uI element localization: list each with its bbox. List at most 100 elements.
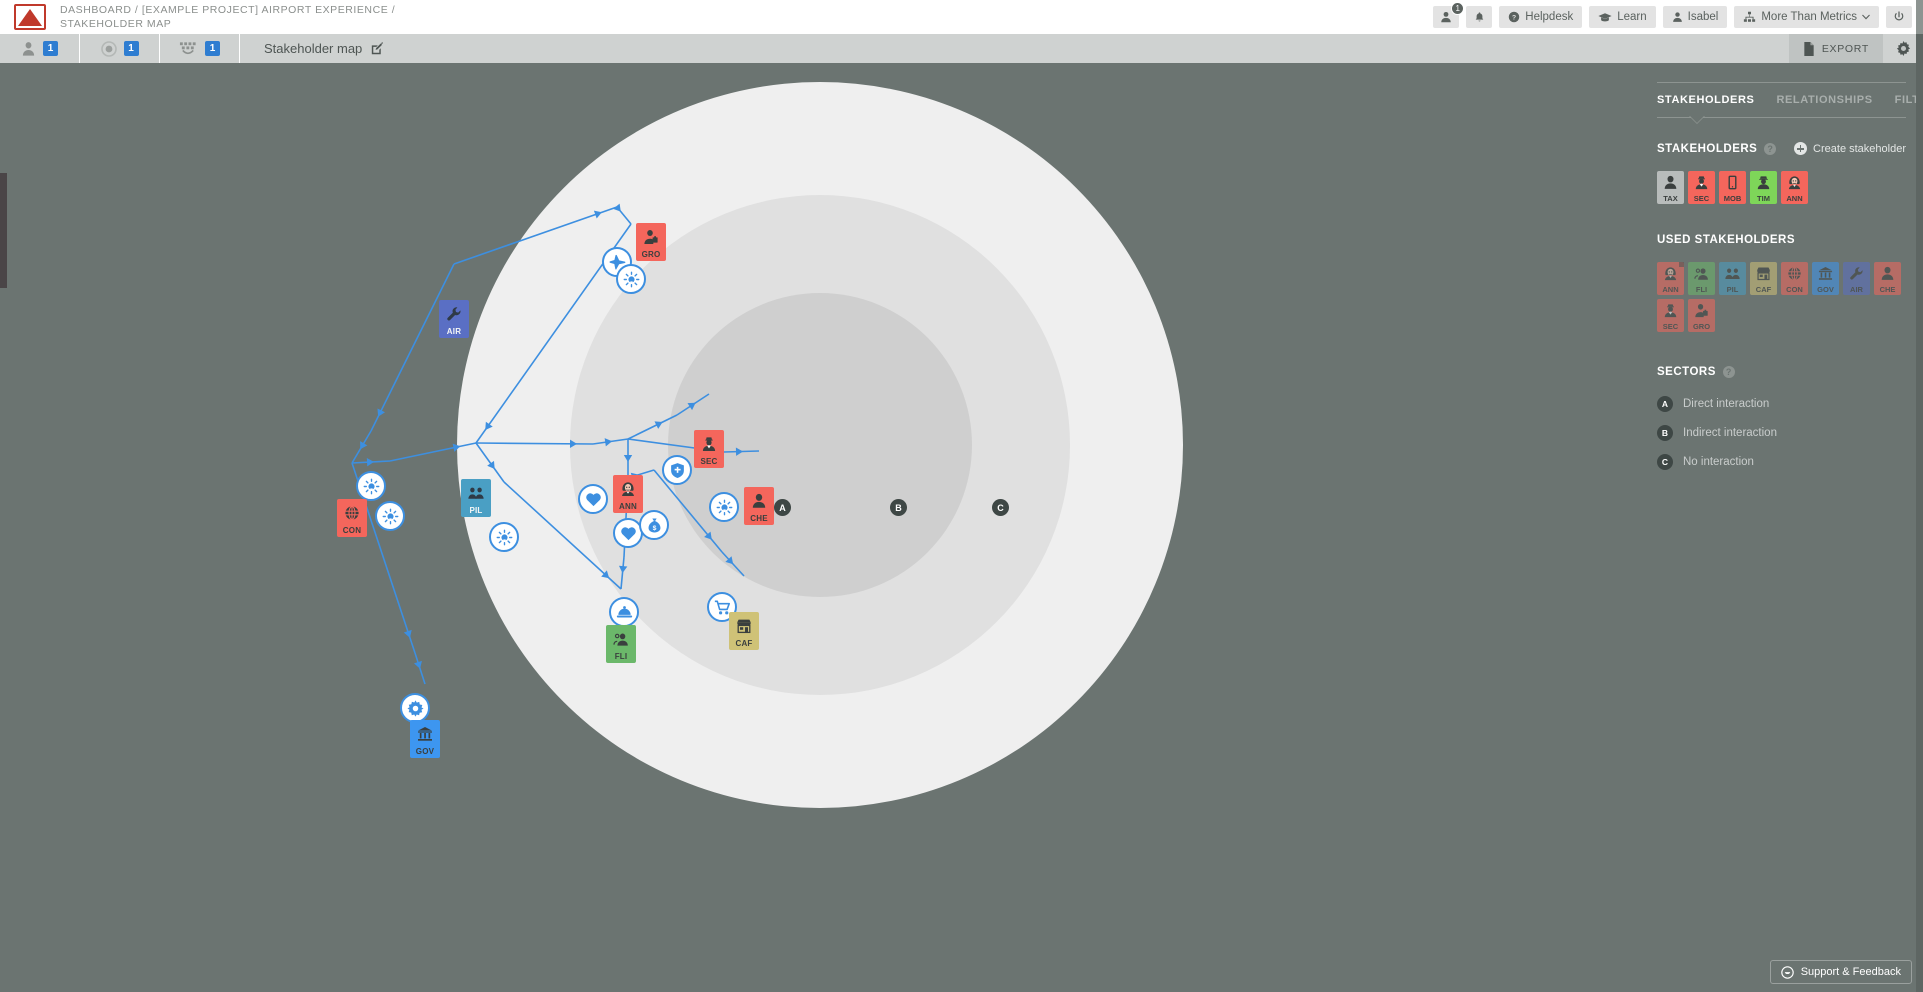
learn-button[interactable]: Learn xyxy=(1589,6,1656,28)
create-stakeholder-button[interactable]: Create stakeholder xyxy=(1794,142,1906,155)
used-stakeholder-chip-che[interactable]: CHE xyxy=(1874,262,1901,295)
sector-label: No interaction xyxy=(1683,456,1754,468)
panel-tab-relationships[interactable]: RELATIONSHIPS xyxy=(1776,94,1872,106)
chevron-down-icon xyxy=(1862,14,1870,20)
gear-icon xyxy=(406,699,424,717)
document-title-area: Stakeholder map xyxy=(240,34,384,63)
globe-icon xyxy=(345,505,359,520)
chip-icon xyxy=(1787,262,1802,285)
logout-button[interactable] xyxy=(1886,6,1912,28)
stakeholder-node-pil[interactable]: PIL xyxy=(461,479,491,517)
relationship-node-4[interactable] xyxy=(489,522,519,552)
stakeholder-map-canvas[interactable]: A B C $ GRO AIR CON PIL SEC ANN CHE CAF FLI GOV xyxy=(0,63,1640,992)
woman-icon xyxy=(1788,176,1801,190)
plus-icon xyxy=(1794,142,1808,155)
relationship-node-12[interactable] xyxy=(400,693,430,723)
page-scrollbar-thumb[interactable] xyxy=(1916,0,1923,34)
chip-label: CON xyxy=(1786,285,1803,294)
right-panel: STAKEHOLDERS RELATIONSHIPS FILTER STAKEH… xyxy=(1640,63,1923,992)
app-logo[interactable] xyxy=(0,0,60,34)
stakeholder-node-con[interactable]: CON xyxy=(337,499,367,537)
person-icon xyxy=(1881,266,1894,280)
relationship-node-5[interactable] xyxy=(578,484,608,514)
chip-icon xyxy=(1880,262,1895,285)
used-stakeholder-chip-air[interactable]: AIR xyxy=(1843,262,1870,295)
helpdesk-button[interactable]: ? Helpdesk xyxy=(1499,6,1583,28)
used-stakeholder-chip-sec[interactable]: SEC xyxy=(1657,299,1684,332)
node-label: AIR xyxy=(446,327,462,336)
used-stakeholder-chip-fli[interactable]: FLI xyxy=(1688,262,1715,295)
tab-target[interactable]: 1 xyxy=(80,34,160,63)
smiley-icon xyxy=(1780,965,1794,979)
account-button[interactable]: 1 xyxy=(1433,2,1465,28)
tab-stakeholder-map[interactable]: 1 xyxy=(160,34,240,63)
sectors-heading: SECTORS xyxy=(1657,366,1716,378)
relationship-node-11[interactable] xyxy=(609,597,639,627)
left-panel-handle[interactable] xyxy=(0,173,7,288)
support-feedback-button[interactable]: Support & Feedback xyxy=(1769,960,1912,984)
notifications-button[interactable] xyxy=(1466,6,1493,28)
breadcrumb-line-1[interactable]: DASHBOARD / [EXAMPLE PROJECT] AIRPORT EX… xyxy=(60,3,395,17)
relationship-node-3[interactable] xyxy=(375,501,405,531)
support-feedback-label: Support & Feedback xyxy=(1800,966,1901,978)
chip-label: SEC xyxy=(1662,322,1679,331)
stakeholder-node-sec[interactable]: SEC xyxy=(694,430,724,468)
page-scrollbar[interactable] xyxy=(1916,0,1923,992)
map-edge[interactable] xyxy=(370,263,455,432)
helpdesk-label: Helpdesk xyxy=(1525,11,1574,23)
used-stakeholder-chip-ann[interactable]: ANN xyxy=(1657,262,1684,295)
sector-legend-row-b: B Indirect interaction xyxy=(1657,425,1906,441)
stakeholder-node-gov[interactable]: GOV xyxy=(410,720,440,758)
person-icon xyxy=(1664,175,1677,189)
organization-button[interactable]: More Than Metrics xyxy=(1734,6,1879,28)
used-stakeholder-chip-con[interactable]: CON xyxy=(1781,262,1808,295)
export-button[interactable]: EXPORT xyxy=(1788,34,1883,63)
used-stakeholder-chip-caf[interactable]: CAF xyxy=(1750,262,1777,295)
stakeholder-node-ann[interactable]: ANN xyxy=(613,475,643,513)
relationship-node-9[interactable]: $ xyxy=(639,510,669,540)
stakeholders-help-icon[interactable]: ? xyxy=(1764,142,1777,155)
mobile-phone-icon xyxy=(1728,175,1737,190)
chip-corner-marker xyxy=(1679,262,1684,267)
node-label: CON xyxy=(342,526,362,535)
used-stakeholder-chip-gro[interactable]: GRO xyxy=(1688,299,1715,332)
used-stakeholder-chip-pil[interactable]: PIL xyxy=(1719,262,1746,295)
stakeholder-node-gro[interactable]: GRO xyxy=(636,223,666,261)
node-label: GRO xyxy=(641,250,661,259)
panel-tab-stakeholders[interactable]: STAKEHOLDERS xyxy=(1657,94,1754,106)
sectors-help-icon[interactable]: ? xyxy=(1722,366,1735,378)
police-officer-icon xyxy=(702,436,716,451)
stakeholder-node-che[interactable]: CHE xyxy=(744,487,774,525)
chip-label: SEC xyxy=(1693,194,1710,203)
available-stakeholders-list: TAX SEC MOB TIM ANN xyxy=(1657,171,1906,204)
relationship-node-7[interactable] xyxy=(709,492,739,522)
relationship-node-1[interactable] xyxy=(616,264,646,294)
stakeholder-node-fli[interactable]: FLI xyxy=(606,625,636,663)
stakeholder-node-air[interactable]: AIR xyxy=(439,300,469,338)
node-icon xyxy=(736,612,752,639)
sitemap-icon xyxy=(1744,11,1756,22)
stakeholder-chip-tax[interactable]: TAX xyxy=(1657,171,1684,204)
stakeholder-chip-mob[interactable]: MOB xyxy=(1719,171,1746,204)
stakeholder-chip-ann[interactable]: ANN xyxy=(1781,171,1808,204)
woman-icon xyxy=(1664,267,1677,281)
tray-icon xyxy=(616,605,632,617)
sector-legend-row-a: A Direct interaction xyxy=(1657,396,1906,412)
relationship-node-2[interactable] xyxy=(356,471,386,501)
woman-icon xyxy=(622,481,634,496)
document-tabbar: 1 1 1 Stakeholder map EXPORT xyxy=(0,34,1923,63)
gear-icon xyxy=(1896,41,1910,56)
top-header: DASHBOARD / [EXAMPLE PROJECT] AIRPORT EX… xyxy=(0,0,1923,34)
tab-persona[interactable]: 1 xyxy=(0,34,80,63)
chip-icon xyxy=(1725,262,1740,285)
user-button[interactable]: Isabel xyxy=(1662,6,1728,28)
stakeholder-node-caf[interactable]: CAF xyxy=(729,612,759,650)
relationship-node-6[interactable] xyxy=(662,455,692,485)
chip-icon xyxy=(1694,262,1709,285)
stakeholder-chip-tim[interactable]: TIM xyxy=(1750,171,1777,204)
stakeholder-chip-sec[interactable]: SEC xyxy=(1688,171,1715,204)
chip-label: GOV xyxy=(1817,285,1834,294)
breadcrumb-line-2: STAKEHOLDER MAP xyxy=(60,18,172,30)
sector-badge: C xyxy=(1657,454,1673,470)
used-stakeholder-chip-gov[interactable]: GOV xyxy=(1812,262,1839,295)
